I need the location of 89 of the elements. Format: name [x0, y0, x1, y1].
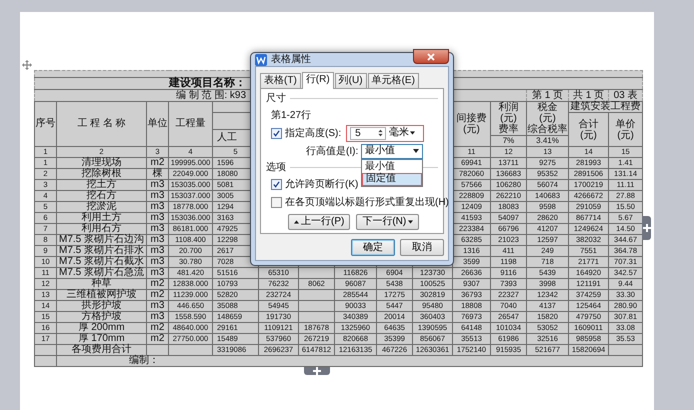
table-cell: m2 [146, 278, 168, 290]
column-header: 序号 [34, 102, 56, 146]
table-cell: m3 [146, 312, 168, 322]
column-header: 工程量 [168, 102, 212, 146]
table-cell: m2 [146, 322, 168, 334]
height-spin-field[interactable]: 5 [350, 126, 386, 140]
table-cell: m3 [146, 268, 168, 278]
tab[interactable]: 行(R) [302, 72, 334, 89]
page-total: 共 1 页 [568, 90, 608, 102]
table-cell: m3 [146, 224, 168, 234]
app-icon [255, 54, 267, 66]
caret-icon [413, 149, 420, 153]
project-title: 建设项目名称： [169, 77, 246, 89]
column-header: 工 程 名 称 [56, 102, 146, 146]
rate-cell: 7% [490, 136, 526, 146]
checkbox[interactable] [271, 196, 282, 208]
table-cell: m3 [146, 180, 168, 190]
table-cell: 挖除树根 [56, 168, 146, 180]
checkbox-label: 允许跨页断行(K) [285, 178, 358, 190]
up-arrow-icon [294, 220, 299, 224]
unit-dropdown[interactable]: 毫米 [389, 127, 416, 139]
nav-button[interactable]: 上一行(P) [288, 214, 350, 230]
table-cell: 挖土方 [56, 180, 146, 190]
table-cell: m3 [146, 234, 168, 246]
dialog-button[interactable]: 取消 [400, 239, 444, 256]
close-button[interactable] [413, 49, 449, 64]
table-cell: m3 [146, 212, 168, 224]
table-cell: 挖石方 [56, 190, 146, 202]
column-header: 单位 [146, 102, 168, 146]
close-icon [427, 52, 435, 60]
prepared-by-label: 编制： [129, 355, 159, 366]
table-cell: m3 [146, 246, 168, 256]
section-label: 尺寸 [266, 92, 286, 105]
table-cell: 三维植被网护坡 [56, 290, 146, 300]
page-number: 第 1 页 [526, 90, 568, 102]
table-cell: 厚 200mm [56, 322, 146, 334]
column-header: 利润 (元) 费率 [490, 102, 526, 136]
caret-icon [410, 131, 416, 135]
tab[interactable]: 列(U) [334, 73, 367, 88]
nav-button[interactable]: 下一行(N) [356, 214, 420, 230]
height-rule-dropdown[interactable]: 最小值 [361, 144, 424, 158]
table-cell: 清理现场 [56, 158, 146, 168]
table-cell: 拱形护坡 [56, 300, 146, 312]
table-cell: 利用石方 [56, 224, 146, 234]
scope-label: 编 制 范 围: k93 [176, 90, 246, 100]
dropdown-option[interactable]: 最小值 [362, 160, 422, 172]
add-column-handle[interactable] [642, 216, 651, 240]
tab[interactable]: 单元格(E) [368, 73, 419, 88]
section-label: 选项 [266, 161, 286, 174]
table-cell: M7.5 浆砌片石排水 [56, 246, 146, 256]
table-cell: 厚 170mm [56, 334, 146, 344]
table-cell: 方格护坡 [56, 312, 146, 322]
table-cell: M7.5 浆砌片石截水 [56, 256, 146, 268]
table-cell: m3 [146, 256, 168, 268]
dropdown-option[interactable]: 固定值 [362, 172, 422, 186]
table-cell: 种草 [56, 278, 146, 290]
column-header: 建筑安装工程费 [568, 102, 643, 112]
dialog-button[interactable]: 确定 [351, 239, 395, 256]
height-label: 指定高度(S): [285, 126, 342, 140]
plus-icon [313, 367, 321, 375]
column-header: 单价 (元) [608, 112, 643, 146]
form-number: 03 表 [608, 90, 643, 102]
down-arrow-icon [408, 220, 414, 224]
tab[interactable]: 表格(T) [260, 73, 301, 88]
row-range-label: 第1-27行 [271, 108, 312, 122]
table-cell: m2 [146, 158, 168, 168]
table-cell: 棵 [146, 168, 168, 180]
spin-arrows-icon [377, 128, 384, 138]
table-cell: m3 [146, 202, 168, 212]
dialog-title: 表格属性 [271, 54, 311, 66]
checkbox[interactable] [271, 178, 282, 190]
table-cell: M7.5 浆砌片石急流 [56, 268, 146, 278]
table-cell: m2 [146, 290, 168, 300]
plus-icon [642, 224, 650, 232]
table-cell: 挖淤泥 [56, 202, 146, 212]
column-header: 税金 (元) 综合税率 [526, 102, 568, 136]
table-cell: M7.5 浆砌片石边沟 [56, 234, 146, 246]
checkbox[interactable] [271, 128, 282, 138]
height-rule-label: 行高值是(I): [306, 144, 358, 158]
rate-cell: 3.41% [526, 136, 568, 146]
table-cell: m3 [146, 190, 168, 202]
add-row-handle[interactable] [304, 367, 330, 375]
column-header: 合计 (元) [568, 112, 608, 146]
move-handle-icon[interactable] [22, 60, 32, 70]
table-cell: 利用土方 [56, 212, 146, 224]
checkbox-label: 在各页顶端以标题行形式重复出现(H) [285, 196, 449, 208]
table-cell: m2 [146, 334, 168, 344]
table-cell: m3 [146, 300, 168, 312]
table-cell: 各项费用合计 [56, 344, 146, 356]
